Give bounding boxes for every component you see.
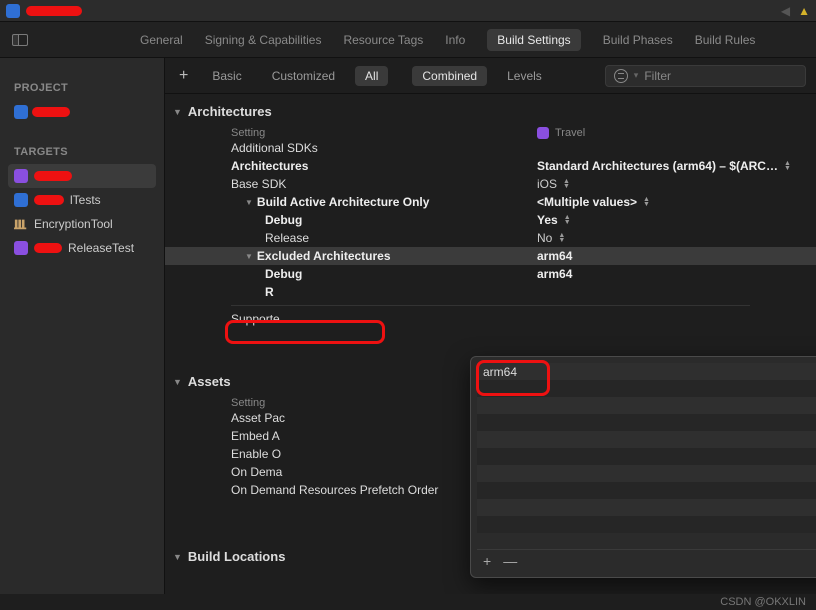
section-title-label: Build Locations — [188, 549, 286, 564]
window-titlebar: ◀ ▲ — [0, 0, 816, 22]
chevron-down-icon: ▼ — [173, 552, 182, 562]
filter-icon — [614, 69, 628, 83]
app-target-icon — [537, 127, 549, 139]
section-title-label: Architectures — [188, 104, 272, 119]
popover-add-button[interactable]: + — [483, 553, 491, 569]
value-editor-popover: arm64 + — — [470, 356, 816, 578]
title-redaction — [26, 6, 82, 16]
dropdown-arrows-icon: ▲▼ — [563, 179, 570, 189]
project-navigator: PROJECT TARGETS lTests EncryptionTool Re… — [0, 58, 165, 594]
xcode-project-icon — [14, 105, 28, 119]
tab-general[interactable]: General — [140, 33, 183, 47]
popover-row[interactable] — [477, 397, 816, 414]
library-icon — [14, 217, 28, 231]
filter-field[interactable]: ▾ Filter — [605, 65, 806, 87]
view-combined[interactable]: Combined — [412, 66, 487, 86]
column-header-target: Travel — [555, 127, 585, 139]
dropdown-arrows-icon: ▲▼ — [643, 197, 650, 207]
xcode-project-icon — [14, 193, 28, 207]
row-baao-debug[interactable]: Debug Yes ▲▼ — [165, 211, 816, 229]
chevron-down-icon: ▼ — [173, 377, 182, 387]
dropdown-arrows-icon: ▲▼ — [558, 233, 565, 243]
column-header-setting: Setting — [231, 127, 537, 139]
row-excluded-release[interactable]: R — [165, 283, 816, 301]
app-target-icon — [14, 169, 28, 183]
row-additional-sdks[interactable]: Additional SDKs — [165, 139, 816, 157]
chevron-down-icon: ▼ — [173, 107, 182, 117]
build-settings-panel: + Basic Customized All Combined Levels ▾… — [165, 58, 816, 594]
popover-row[interactable] — [477, 516, 816, 533]
popover-row[interactable] — [477, 465, 816, 482]
app-target-icon — [14, 241, 28, 255]
view-levels[interactable]: Levels — [497, 66, 552, 86]
redaction — [32, 107, 70, 117]
scope-customized[interactable]: Customized — [262, 66, 345, 86]
row-architectures[interactable]: Architectures Standard Architectures (ar… — [165, 157, 816, 175]
tab-build-rules[interactable]: Build Rules — [695, 33, 756, 47]
tab-resource-tags[interactable]: Resource Tags — [343, 33, 423, 47]
row-supported[interactable]: Supporte — [165, 310, 816, 328]
row-base-sdk[interactable]: Base SDK iOS▲▼ — [165, 175, 816, 193]
popover-row[interactable] — [477, 414, 816, 431]
popover-row[interactable] — [477, 380, 816, 397]
sidebar-target-0[interactable] — [8, 164, 156, 188]
dropdown-arrows-icon: ▲▼ — [564, 215, 571, 225]
scope-basic[interactable]: Basic — [202, 66, 251, 86]
popover-row[interactable] — [477, 482, 816, 499]
chevron-down-icon: ▼ — [245, 252, 253, 261]
sidebar-header-project: PROJECT — [8, 76, 156, 100]
panel-toggle-icon[interactable] — [12, 34, 28, 46]
filter-placeholder: Filter — [644, 69, 671, 83]
redaction — [34, 171, 72, 181]
popover-row[interactable] — [477, 431, 816, 448]
watermark: CSDN @OKXLIN — [720, 596, 806, 608]
sidebar-item-label: EncryptionTool — [34, 217, 113, 231]
sidebar-target-2[interactable]: EncryptionTool — [8, 212, 156, 236]
popover-row[interactable] — [477, 448, 816, 465]
sidebar-target-1[interactable]: lTests — [8, 188, 156, 212]
settings-toolbar: + Basic Customized All Combined Levels ▾… — [165, 58, 816, 94]
warning-icon[interactable]: ▲ — [798, 4, 810, 18]
left-arrow-icon[interactable]: ◀ — [781, 4, 790, 18]
row-excluded-architectures[interactable]: ▼ Excluded Architectures arm64 — [165, 247, 816, 265]
popover-row[interactable] — [477, 499, 816, 516]
sidebar-header-targets: TARGETS — [8, 140, 156, 164]
dropdown-arrows-icon: ▲▼ — [784, 161, 791, 171]
sidebar-project-item[interactable] — [8, 100, 156, 124]
sidebar-item-label: lTests — [70, 193, 101, 207]
popover-list[interactable]: arm64 — [477, 363, 816, 545]
section-title-label: Assets — [188, 374, 231, 389]
tab-build-settings[interactable]: Build Settings — [487, 29, 580, 51]
row-baao-release[interactable]: Release No ▲▼ — [165, 229, 816, 247]
redaction — [34, 195, 64, 205]
popover-row[interactable]: arm64 — [477, 363, 816, 380]
tab-info[interactable]: Info — [445, 33, 465, 47]
section-architectures[interactable]: ▼ Architectures — [165, 94, 816, 127]
row-baao[interactable]: ▼ Build Active Architecture Only <Multip… — [165, 193, 816, 211]
editor-tabbar: General Signing & Capabilities Resource … — [0, 22, 816, 58]
sidebar-item-label: ReleaseTest — [68, 241, 134, 255]
chevron-down-icon: ▼ — [245, 198, 253, 207]
row-excluded-debug[interactable]: Debug arm64 — [165, 265, 816, 283]
app-icon — [6, 4, 20, 18]
tab-signing[interactable]: Signing & Capabilities — [205, 33, 322, 47]
add-setting-button[interactable]: + — [175, 67, 192, 85]
scope-all[interactable]: All — [355, 66, 388, 86]
popover-remove-button[interactable]: — — [503, 553, 517, 569]
tab-build-phases[interactable]: Build Phases — [603, 33, 673, 47]
redaction — [34, 243, 62, 253]
sidebar-target-3[interactable]: ReleaseTest — [8, 236, 156, 260]
